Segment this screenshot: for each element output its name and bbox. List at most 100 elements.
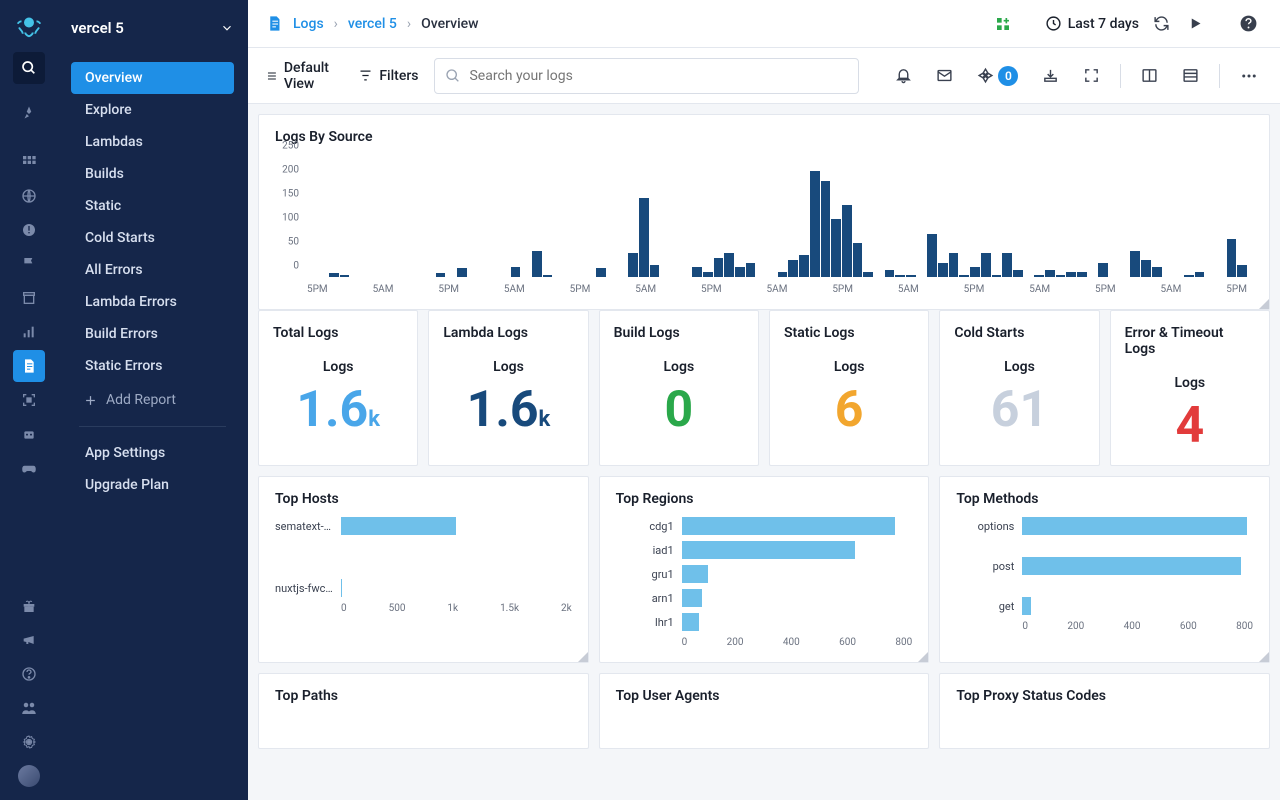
- menu-icon: [266, 68, 278, 84]
- sidebar-item-static[interactable]: Static: [71, 190, 234, 222]
- sidebar-item-lambda-errors[interactable]: Lambda Errors: [71, 286, 234, 318]
- logs-by-source-panel: Logs By Source 0501001502002505PM5AM5PM5…: [258, 114, 1270, 310]
- panel-title: Top User Agents: [616, 688, 913, 704]
- metric-card: Total Logs Logs 1.6k: [258, 310, 418, 466]
- gear-icon[interactable]: [13, 726, 45, 758]
- metric-card: Static Logs Logs 6: [769, 310, 929, 466]
- bell-icon[interactable]: [891, 63, 916, 88]
- more-icon[interactable]: [1236, 63, 1262, 89]
- rocket-icon[interactable]: [13, 98, 45, 130]
- gamepad-icon[interactable]: [13, 452, 45, 484]
- search-icon[interactable]: [13, 52, 45, 84]
- resize-handle[interactable]: [1259, 299, 1269, 309]
- panel-title: Top Regions: [616, 491, 913, 507]
- download-icon[interactable]: [1038, 63, 1063, 88]
- add-report-button[interactable]: Add Report: [57, 382, 248, 418]
- sidebar-app-settings[interactable]: App Settings: [57, 437, 248, 469]
- help-icon[interactable]: [13, 658, 45, 690]
- content: Logs By Source 0501001502002505PM5AM5PM5…: [248, 104, 1280, 800]
- grid-icon[interactable]: [13, 146, 45, 178]
- sidebar-item-build-errors[interactable]: Build Errors: [71, 318, 234, 350]
- metric-card: Build Logs Logs 0: [599, 310, 759, 466]
- filters-button[interactable]: Filters: [358, 68, 418, 84]
- search-icon: [445, 68, 461, 84]
- avatar[interactable]: [13, 760, 45, 792]
- archive-icon[interactable]: [13, 282, 45, 314]
- megaphone-icon[interactable]: [13, 624, 45, 656]
- add-widget-icon[interactable]: [991, 12, 1015, 36]
- sidebar-item-all-errors[interactable]: All Errors: [71, 254, 234, 286]
- chevron-down-icon: [220, 21, 234, 35]
- sidebar-item-explore[interactable]: Explore: [71, 94, 234, 126]
- metric-card: Cold Starts Logs 61: [939, 310, 1099, 466]
- mail-icon[interactable]: [932, 63, 957, 88]
- focus-icon[interactable]: [13, 384, 45, 416]
- play-icon[interactable]: [1184, 12, 1207, 35]
- sidebar-item-overview[interactable]: Overview: [71, 62, 234, 94]
- add-report-label: Add Report: [106, 392, 176, 408]
- team-icon[interactable]: [13, 692, 45, 724]
- metrics-row: Total Logs Logs 1.6k Lambda Logs Logs 1.…: [258, 310, 1270, 466]
- panel-title: Top Paths: [275, 688, 572, 704]
- crumb-app[interactable]: vercel 5: [348, 16, 397, 32]
- time-range-label: Last 7 days: [1068, 16, 1139, 32]
- panel-title: Logs By Source: [275, 129, 1253, 145]
- sidebar-item-static-errors[interactable]: Static Errors: [71, 350, 234, 382]
- puzzle-icon[interactable]: 0: [973, 62, 1022, 90]
- default-view-button[interactable]: Default View: [266, 60, 342, 92]
- top-proxy-panel: Top Proxy Status Codes: [939, 673, 1270, 749]
- sidebar-bottom: App SettingsUpgrade Plan: [57, 437, 248, 501]
- expand-icon[interactable]: [1079, 63, 1104, 88]
- top-hosts-panel: Top Hosts sematext-l...nuxtjs-fwc...0500…: [258, 476, 589, 663]
- top-user-agents-panel: Top User Agents: [599, 673, 930, 749]
- logs-by-source-chart: 0501001502002505PM5AM5PM5AM5PM5AM5PM5AM5…: [275, 155, 1253, 295]
- panel-title: Top Hosts: [275, 491, 572, 507]
- robot-icon[interactable]: [13, 418, 45, 450]
- sidebar-upgrade-plan[interactable]: Upgrade Plan: [57, 469, 248, 501]
- crumb-current: Overview: [421, 16, 478, 32]
- panel-title: Top Proxy Status Codes: [956, 688, 1253, 704]
- top-paths-panel: Top Paths: [258, 673, 589, 749]
- sidebar-item-lambdas[interactable]: Lambdas: [71, 126, 234, 158]
- flag-icon[interactable]: [13, 248, 45, 280]
- panel-title: Top Methods: [956, 491, 1253, 507]
- filter-icon: [358, 68, 373, 83]
- top-hosts-chart: sematext-l...nuxtjs-fwc...05001k1.5k2k: [275, 517, 572, 614]
- topbar: Logs › vercel 5 › Overview Last 7 days: [248, 0, 1280, 48]
- sidebar-item-cold-starts[interactable]: Cold Starts: [71, 222, 234, 254]
- search-input[interactable]: [434, 58, 859, 94]
- app-name: vercel 5: [71, 19, 124, 37]
- gift-icon[interactable]: [13, 590, 45, 622]
- metric-card: Lambda Logs Logs 1.6k: [428, 310, 588, 466]
- resize-handle[interactable]: [1259, 652, 1269, 662]
- logo-icon: [14, 10, 44, 40]
- main: Logs › vercel 5 › Overview Last 7 days D…: [248, 0, 1280, 800]
- time-range-selector[interactable]: Last 7 days: [1045, 15, 1139, 32]
- breadcrumb: Logs › vercel 5 › Overview: [266, 15, 479, 32]
- sidebar: vercel 5 OverviewExploreLambdasBuildsSta…: [57, 0, 248, 800]
- chart-icon[interactable]: [13, 316, 45, 348]
- top-methods-chart: optionspostget0200400600800: [956, 517, 1253, 632]
- app-selector[interactable]: vercel 5: [57, 0, 248, 56]
- list-icon[interactable]: [1178, 63, 1203, 88]
- top-methods-panel: Top Methods optionspostget0200400600800: [939, 476, 1270, 663]
- clock-icon: [1045, 15, 1062, 32]
- globe-icon[interactable]: [13, 180, 45, 212]
- sidebar-item-builds[interactable]: Builds: [71, 158, 234, 190]
- plus-icon: [83, 393, 98, 408]
- resize-handle[interactable]: [918, 652, 928, 662]
- crumb-logs[interactable]: Logs: [293, 16, 324, 32]
- layout-split-icon[interactable]: [1137, 63, 1162, 88]
- top-regions-chart: cdg1iad1gru1arn1lhr10200400600800: [616, 517, 913, 648]
- logs-icon[interactable]: [13, 350, 45, 382]
- doc-icon: [266, 15, 283, 32]
- alert-icon[interactable]: [13, 214, 45, 246]
- refresh-icon[interactable]: [1149, 11, 1174, 36]
- top-regions-panel: Top Regions cdg1iad1gru1arn1lhr102004006…: [599, 476, 930, 663]
- icon-rail: [0, 0, 57, 800]
- help-circle-icon[interactable]: [1235, 10, 1262, 37]
- metric-card: Error & Timeout Logs Logs 4: [1110, 310, 1270, 466]
- sidebar-nav: OverviewExploreLambdasBuildsStaticCold S…: [57, 56, 248, 382]
- resize-handle[interactable]: [578, 652, 588, 662]
- toolbar: Default View Filters 0: [248, 48, 1280, 104]
